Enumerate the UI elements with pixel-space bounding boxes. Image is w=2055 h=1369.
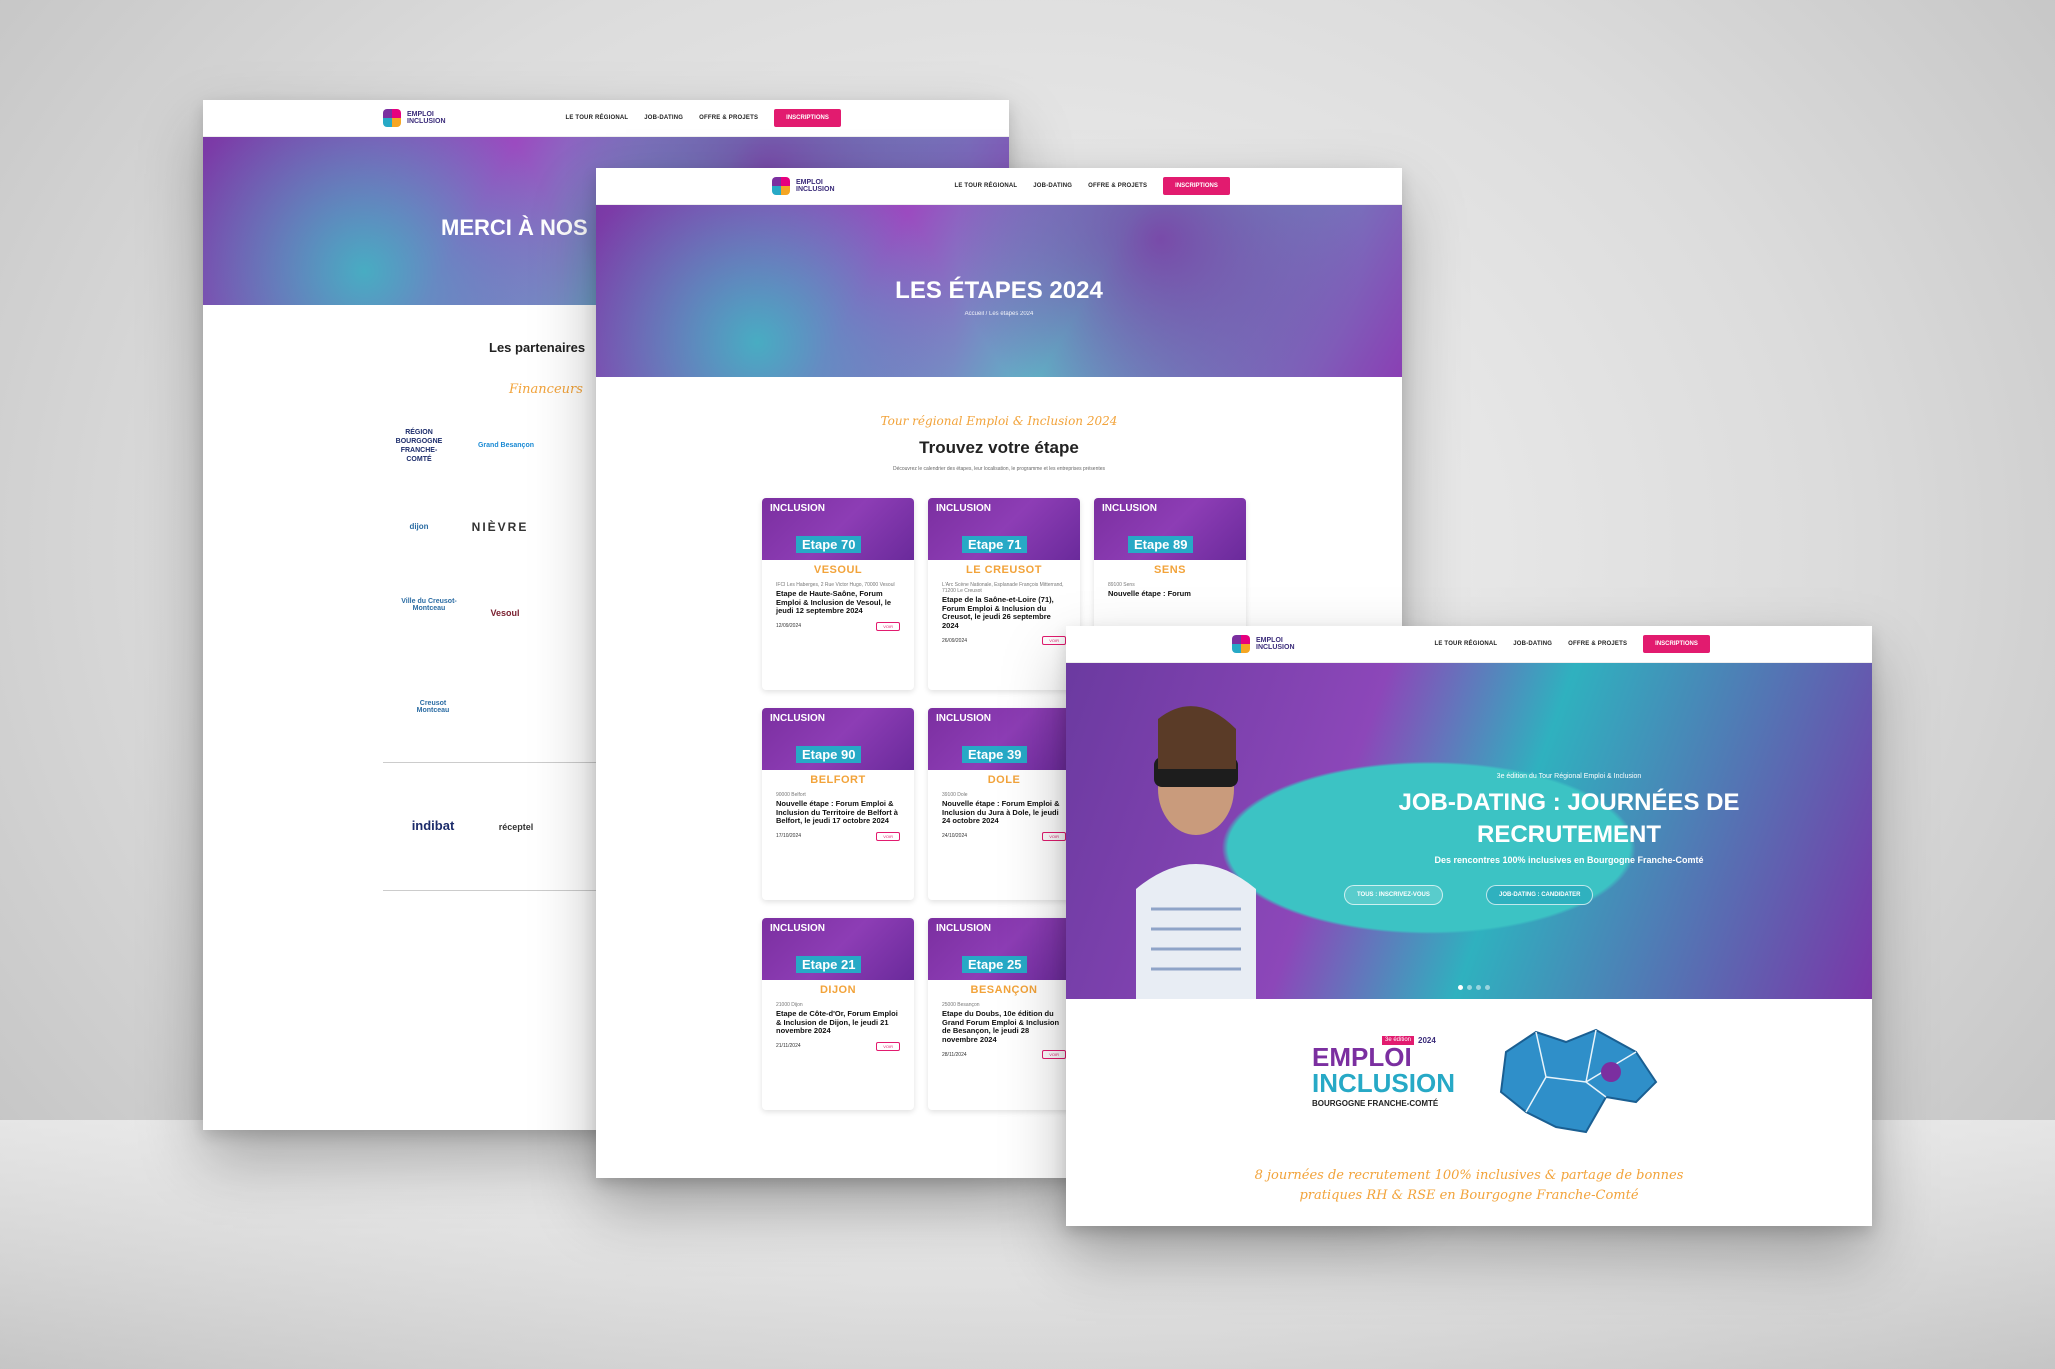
nav-bar: EMPLOI INCLUSION LE TOUR RÉGIONAL JOB-DA… xyxy=(1066,626,1872,663)
etape-card[interactable]: INCLUSION Etape 71 LE CREUSOT L'Arc Scèn… xyxy=(928,498,1080,690)
calendar-icon: 24/10/2024 xyxy=(942,833,968,839)
nav-bar: EMPLOI INCLUSION LE TOUR RÉGIONAL JOB-DA… xyxy=(596,168,1402,205)
logo[interactable]: EMPLOI INCLUSION xyxy=(772,177,835,195)
card-image: INCLUSION Etape 70 xyxy=(762,498,914,560)
nav-item-tour[interactable]: LE TOUR RÉGIONAL xyxy=(566,115,629,121)
voir-button[interactable]: VOIR xyxy=(876,621,900,631)
voir-button[interactable]: VOIR xyxy=(1042,636,1066,645)
hero-title-1: JOB-DATING : JOURNÉES DE xyxy=(1398,789,1740,816)
partner-logo-receptel: réceptel xyxy=(498,822,534,832)
partner-logo-creusot: Creusot Montceau xyxy=(416,700,450,714)
region-map-icon xyxy=(1499,1028,1658,1134)
card-image: INCLUSION Etape 89 xyxy=(1094,498,1246,560)
nav-item-tour[interactable]: LE TOUR RÉGIONAL xyxy=(1435,641,1498,647)
logo-icon xyxy=(383,109,401,127)
woman-vr-headset-photo xyxy=(1136,706,1256,999)
calendar-icon: 28/11/2024 xyxy=(942,1051,967,1058)
card-image: INCLUSION Etape 90 xyxy=(762,708,914,770)
calendar-icon: 17/10/2024 xyxy=(776,833,802,839)
partner-logo-vesoul: Vesoul xyxy=(490,608,520,618)
hero-slider: 3e édition du Tour Régional Emploi & Inc… xyxy=(1066,663,1872,999)
tagline-1: 8 journées de recrutement 100% inclusive… xyxy=(1254,1168,1684,1183)
section-heading: Trouvez votre étape xyxy=(919,438,1079,457)
front-page-home: EMPLOI INCLUSION LE TOUR RÉGIONAL JOB-DA… xyxy=(1066,626,1872,1226)
slider-dots[interactable] xyxy=(1458,985,1490,990)
partner-logo-ville: Ville du Creusot-Montceau xyxy=(401,598,457,612)
partner-logo-besancon: Grand Besançon xyxy=(477,442,534,449)
emploi-inclusion-logo: 3e édition 2024 EMPLOI INCLUSION BOURGOG… xyxy=(1312,1036,1455,1108)
etape-card[interactable]: INCLUSION Etape 25 BESANÇON 25000 Besanç… xyxy=(928,918,1080,1110)
voir-button[interactable]: VOIR xyxy=(1042,831,1066,841)
hero-title: LES ÉTAPES 2024 xyxy=(895,277,1103,304)
partners-heading: Les partenaires xyxy=(489,340,586,355)
calendar-icon: 12/09/2024 xyxy=(776,623,802,629)
nav-item-offre[interactable]: OFFRE & PROJETS xyxy=(699,115,758,121)
voir-button[interactable]: VOIR xyxy=(876,1041,900,1051)
nav-item-jobdating[interactable]: JOB-DATING xyxy=(1033,183,1072,189)
nav-item-tour[interactable]: LE TOUR RÉGIONAL xyxy=(955,183,1018,189)
partner-logo-region: RÉGION BOURGOGNE FRANCHE-COMTÉ xyxy=(395,429,443,463)
breadcrumb: Accueil / Les étapes 2024 xyxy=(964,311,1034,317)
calendar-icon: 26/09/2024 xyxy=(942,637,968,644)
candidater-button[interactable]: JOB-DATING : CANDIDATER xyxy=(1486,885,1594,905)
logo[interactable]: EMPLOI INCLUSION xyxy=(1232,635,1295,653)
inscriptions-button[interactable]: INSCRIPTIONS xyxy=(1643,635,1710,653)
card-image: INCLUSION Etape 25 xyxy=(928,918,1080,980)
calendar-icon: 21/11/2024 xyxy=(776,1043,801,1049)
inscriptions-button[interactable]: INSCRIPTIONS xyxy=(1163,177,1230,195)
etape-card[interactable]: INCLUSION Etape 90 BELFORT 90000 Belfort… xyxy=(762,708,914,900)
hero-kicker: 3e édition du Tour Régional Emploi & Inc… xyxy=(1496,773,1642,780)
tagline-2: pratiques RH & RSE en Bourgogne Franche-… xyxy=(1299,1188,1639,1203)
inscriptions-button[interactable]: INSCRIPTIONS xyxy=(774,109,841,127)
section-intro: Découvrez le calendrier des étapes, leur… xyxy=(892,466,1106,472)
edition-badge: 3e édition 2024 xyxy=(1382,1036,1436,1045)
logo-icon xyxy=(772,177,790,195)
voir-button[interactable]: VOIR xyxy=(876,831,900,841)
partner-logo-nievre: NIÈVRE xyxy=(471,520,529,534)
nav-item-jobdating[interactable]: JOB-DATING xyxy=(1513,641,1552,647)
inscrivez-vous-button[interactable]: TOUS : INSCRIVEZ-VOUS xyxy=(1344,885,1443,905)
nav-item-offre[interactable]: OFFRE & PROJETS xyxy=(1088,183,1147,189)
etape-card[interactable]: INCLUSION Etape 70 VESOUL IFCI Les Haber… xyxy=(762,498,914,690)
partner-logo-indibat: indibat xyxy=(411,818,455,833)
nav-bar: EMPLOI INCLUSION LE TOUR RÉGIONAL JOB-DA… xyxy=(203,100,1009,137)
card-image: INCLUSION Etape 71 xyxy=(928,498,1080,560)
hero-banner: LES ÉTAPES 2024 Accueil / Les étapes 202… xyxy=(596,205,1402,377)
card-image: INCLUSION Etape 39 xyxy=(928,708,1080,770)
partner-logo-dijon: dijon xyxy=(409,522,429,531)
hero-subtitle: Des rencontres 100% inclusives en Bourgo… xyxy=(1434,855,1704,865)
nav-item-offre[interactable]: OFFRE & PROJETS xyxy=(1568,641,1627,647)
card-image: INCLUSION Etape 21 xyxy=(762,918,914,980)
hero-title-2: RECRUTEMENT xyxy=(1477,821,1661,848)
voir-button[interactable]: VOIR xyxy=(1042,1050,1066,1059)
etape-card[interactable]: INCLUSION Etape 21 DIJON 21000 Dijon Eta… xyxy=(762,918,914,1110)
partners-script-title: Financeurs xyxy=(509,382,583,397)
logo-icon xyxy=(1232,635,1250,653)
nav-item-jobdating[interactable]: JOB-DATING xyxy=(644,115,683,121)
etape-card[interactable]: INCLUSION Etape 39 DOLE 39100 Dole Nouve… xyxy=(928,708,1080,900)
logo[interactable]: EMPLOI INCLUSION xyxy=(383,109,446,127)
section-script-title: Tour régional Emploi & Inclusion 2024 xyxy=(880,414,1118,428)
